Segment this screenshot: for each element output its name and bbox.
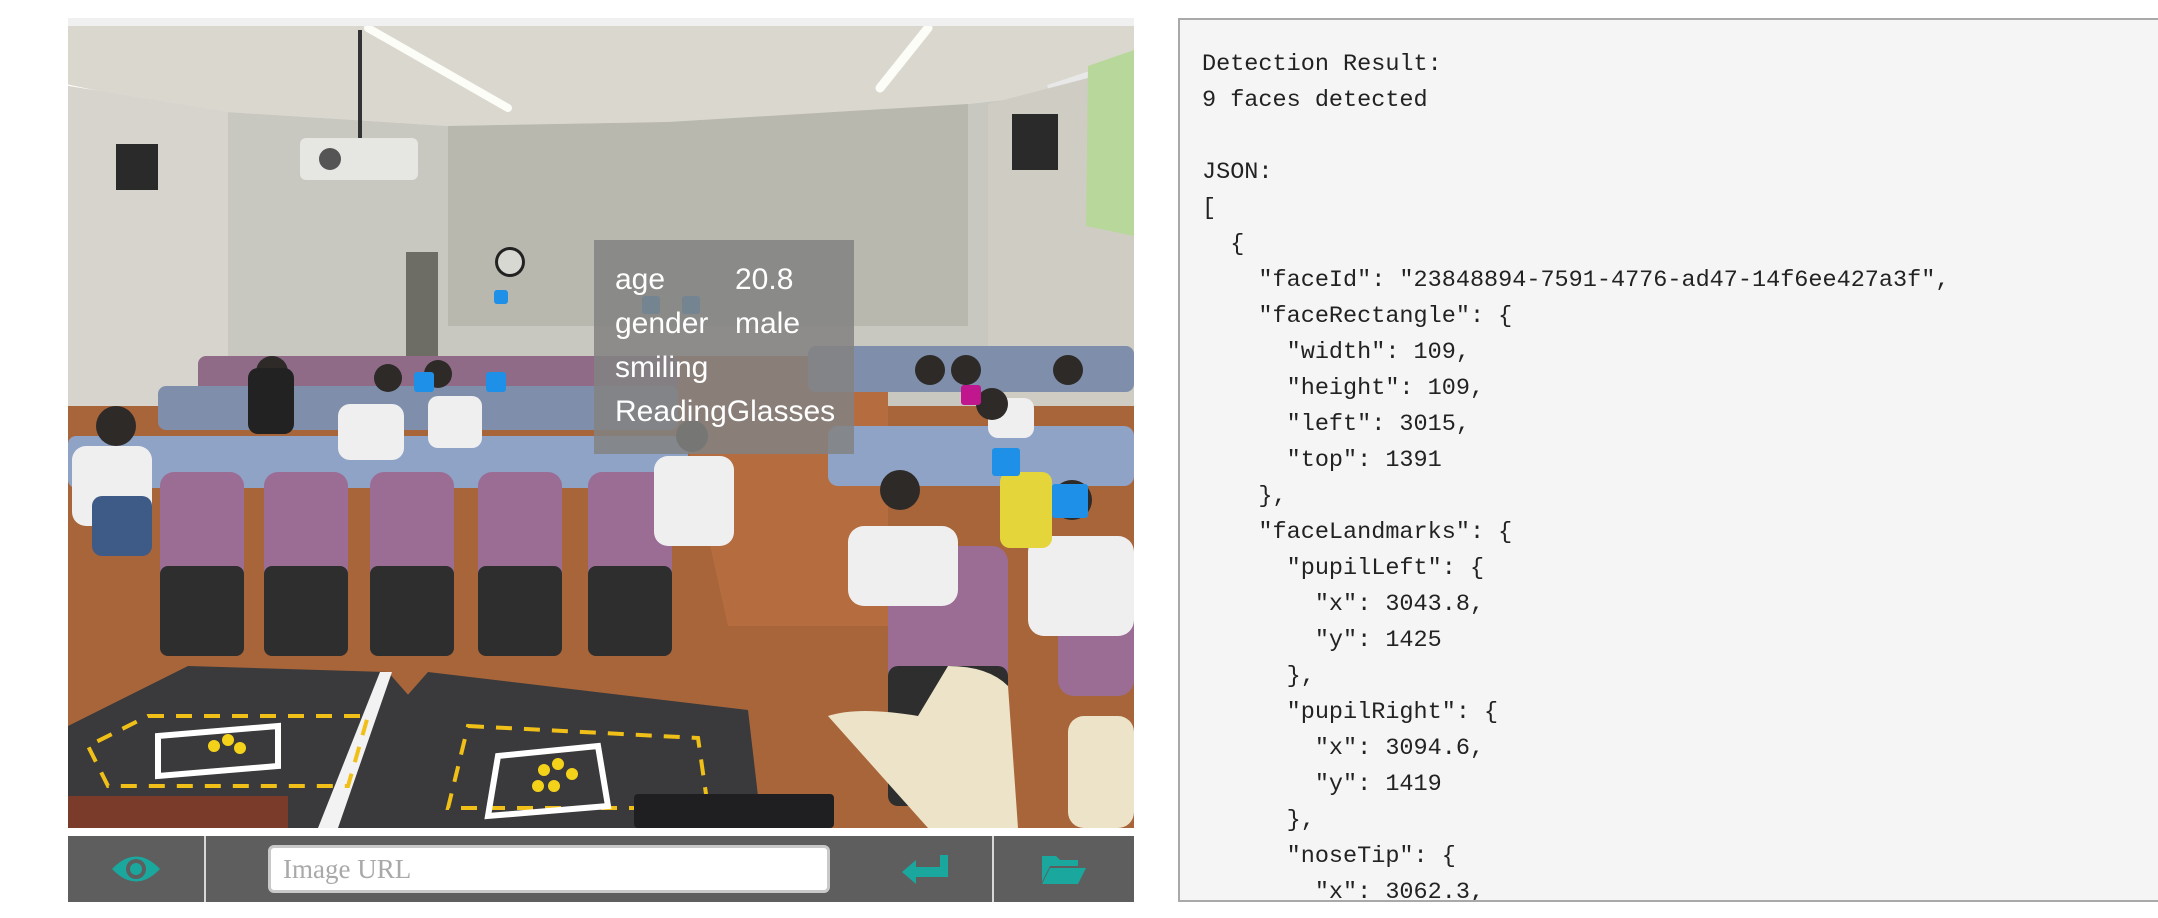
photo-panel: age 20.8 gender male smiling ReadingGlas… <box>68 18 1134 828</box>
eye-icon <box>112 856 160 882</box>
face-box[interactable] <box>992 448 1020 476</box>
url-input-cell <box>206 836 858 902</box>
folder-open-icon <box>1042 856 1086 884</box>
enter-arrow-icon <box>902 855 948 884</box>
tooltip-key: gender <box>615 307 709 340</box>
image-toolbar <box>68 836 1134 902</box>
tooltip-row-reading-glasses: ReadingGlasses <box>615 390 854 434</box>
tooltip-value: male <box>735 307 801 340</box>
open-file-button[interactable] <box>994 836 1134 902</box>
face-attributes-tooltip: age 20.8 gender male smiling ReadingGlas… <box>594 240 854 454</box>
submit-url-button[interactable] <box>858 836 994 902</box>
detection-result-panel[interactable]: Detection Result: 9 faces detected JSON:… <box>1178 18 2158 902</box>
tooltip-row-gender: gender male <box>615 302 854 346</box>
face-box[interactable] <box>414 372 434 392</box>
image-url-input[interactable] <box>268 845 830 893</box>
face-box[interactable] <box>1052 484 1088 518</box>
tooltip-key: age <box>615 263 666 296</box>
tooltip-key: smiling <box>615 351 709 384</box>
face-box-selected[interactable] <box>961 385 981 405</box>
toggle-overlay-button[interactable] <box>68 836 206 902</box>
tooltip-key: ReadingGlasses <box>615 395 836 428</box>
detection-result-text: Detection Result: 9 faces detected JSON:… <box>1202 51 1950 902</box>
tooltip-row-smiling: smiling <box>615 346 854 390</box>
face-box[interactable] <box>486 372 506 392</box>
tooltip-value: 20.8 <box>735 263 794 296</box>
face-box[interactable] <box>494 290 508 304</box>
tooltip-row-age: age 20.8 <box>615 258 854 302</box>
